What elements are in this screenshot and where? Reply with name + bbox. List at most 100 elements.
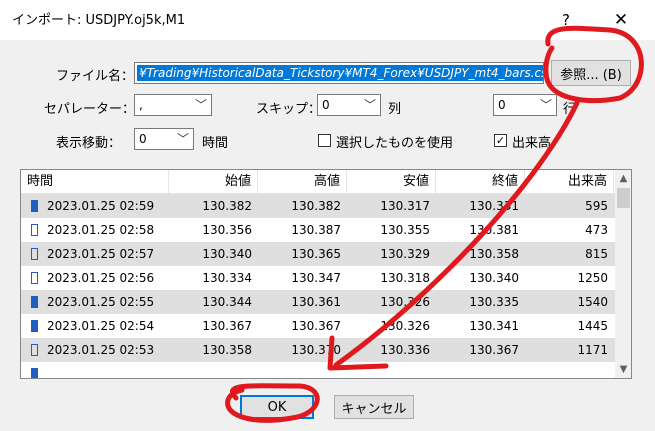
- cell-time: 2023.01.25 02:55: [47, 295, 155, 309]
- cell-open: 130.382: [202, 199, 252, 213]
- table-row[interactable]: 2023.01.25 02:56 130.334 130.347 130.318…: [21, 266, 615, 290]
- table-row[interactable]: 2023.01.25 02:55 130.344 130.361 130.326…: [21, 290, 615, 314]
- column-header-open[interactable]: 始値: [169, 170, 258, 194]
- separator-value: ,: [139, 98, 143, 112]
- browse-button[interactable]: 参照... (B): [551, 60, 631, 86]
- cell-close: 130.381: [469, 223, 519, 237]
- candlestick-icon: [31, 296, 38, 308]
- grid-header: 時間 始値 高値 安値 終値 出来高: [21, 170, 615, 194]
- column-header-volume[interactable]: 出来高: [525, 170, 614, 194]
- candlestick-icon: [31, 320, 38, 332]
- cell-low: 130.326: [380, 319, 430, 333]
- column-header-close[interactable]: 終値: [436, 170, 525, 194]
- cell-volume: 1540: [577, 295, 608, 309]
- cell-volume: 595: [585, 199, 608, 213]
- cell-low: 130.317: [380, 199, 430, 213]
- cell-close: 130.335: [469, 295, 519, 309]
- ok-button[interactable]: OK: [240, 395, 314, 419]
- cell-close: 130.331: [469, 199, 519, 213]
- cancel-button[interactable]: キャンセル: [334, 395, 414, 419]
- cell-low: 130.318: [380, 271, 430, 285]
- skip-rows-value: 0: [498, 98, 506, 112]
- cell-high: 130.347: [291, 271, 341, 285]
- cell-open: 130.358: [202, 343, 252, 357]
- table-row[interactable]: 2023.01.25 02:57 130.340 130.365 130.329…: [21, 242, 615, 266]
- skip-label: スキップ：: [256, 102, 322, 117]
- table-row[interactable]: 2023.01.25 02:59 130.382 130.382 130.317…: [21, 194, 615, 218]
- dialog-body: ファイル名： ¥Trading¥HistoricalData_Tickstory…: [0, 40, 655, 431]
- candlestick-icon: [31, 272, 38, 284]
- cell-open: 130.340: [202, 247, 252, 261]
- cell-high: 130.365: [291, 247, 341, 261]
- cell-high: 130.387: [291, 223, 341, 237]
- chevron-down-icon: ﹀: [539, 98, 552, 112]
- cell-close: 130.358: [469, 247, 519, 261]
- skip-rows-unit: 行: [563, 102, 577, 117]
- cell-open: 130.334: [202, 271, 252, 285]
- cell-high: 130.367: [291, 319, 341, 333]
- cell-time: 2023.01.25 02:56: [47, 271, 155, 285]
- file-name-value: ¥Trading¥HistoricalData_Tickstory¥MT4_Fo…: [137, 65, 543, 81]
- skip-rows-select[interactable]: 0 ﹀: [493, 94, 557, 116]
- column-header-high[interactable]: 高値: [258, 170, 347, 194]
- skip-columns-select[interactable]: 0 ﹀: [317, 94, 381, 116]
- cell-time: 2023.01.25 02:53: [47, 343, 155, 357]
- table-row[interactable]: 2023.01.25 02:53 130.358 130.370 130.336…: [21, 338, 615, 362]
- cell-open: 130.344: [202, 295, 252, 309]
- cell-open: 130.367: [202, 319, 252, 333]
- cell-time: 2023.01.25 02:59: [47, 199, 155, 213]
- chevron-down-icon: ﹀: [363, 98, 376, 112]
- column-header-low[interactable]: 安値: [347, 170, 436, 194]
- table-row-partial: [21, 362, 615, 378]
- candlestick-icon: [31, 200, 38, 212]
- candlestick-icon: [31, 344, 38, 356]
- table-row[interactable]: 2023.01.25 02:54 130.367 130.367 130.326…: [21, 314, 615, 338]
- cell-volume: 1445: [577, 319, 608, 333]
- volume-label: 出来高: [512, 136, 552, 151]
- use-selected-label: 選択したものを使用: [336, 136, 454, 151]
- scroll-down-icon[interactable]: ▼: [615, 361, 631, 378]
- cell-low: 130.326: [380, 295, 430, 309]
- candlestick-icon: [31, 368, 38, 378]
- separator-select[interactable]: , ﹀: [134, 94, 212, 116]
- skip-columns-value: 0: [322, 98, 330, 112]
- close-button[interactable]: ✕: [598, 0, 644, 40]
- skip-columns-unit: 列: [388, 102, 402, 117]
- file-name-field[interactable]: ¥Trading¥HistoricalData_Tickstory¥MT4_Fo…: [134, 62, 544, 84]
- scroll-up-icon[interactable]: ▲: [615, 170, 631, 187]
- scroll-thumb[interactable]: [617, 188, 630, 208]
- cell-high: 130.382: [291, 199, 341, 213]
- offset-label: 表示移動：: [56, 136, 122, 151]
- use-selected-checkbox[interactable]: [318, 134, 331, 147]
- cell-volume: 815: [585, 247, 608, 261]
- cell-close: 130.340: [469, 271, 519, 285]
- chevron-down-icon: ﹀: [194, 98, 207, 112]
- offset-unit: 時間: [202, 136, 229, 151]
- offset-value: 0: [139, 132, 147, 146]
- cell-time: 2023.01.25 02:57: [47, 247, 155, 261]
- window-title: インポート: USDJPY.oj5k,M1: [12, 13, 186, 28]
- vertical-scrollbar[interactable]: ▲ ▼: [615, 170, 631, 378]
- separator-label: セパレーター：: [44, 102, 136, 117]
- cell-close: 130.367: [469, 343, 519, 357]
- offset-select[interactable]: 0 ﹀: [134, 128, 194, 150]
- cell-low: 130.336: [380, 343, 430, 357]
- cell-close: 130.341: [469, 319, 519, 333]
- cell-open: 130.356: [202, 223, 252, 237]
- column-header-time[interactable]: 時間: [21, 170, 169, 194]
- cell-volume: 1171: [577, 343, 608, 357]
- cell-time: 2023.01.25 02:58: [47, 223, 155, 237]
- table-row[interactable]: 2023.01.25 02:58 130.356 130.387 130.355…: [21, 218, 615, 242]
- cell-high: 130.370: [291, 343, 341, 357]
- volume-checkbox[interactable]: ✓: [494, 134, 507, 147]
- title-bar: インポート: USDJPY.oj5k,M1 ? ✕: [0, 0, 655, 40]
- cell-volume: 1250: [577, 271, 608, 285]
- chevron-down-icon: ﹀: [176, 132, 189, 146]
- cell-low: 130.355: [380, 223, 430, 237]
- cell-time: 2023.01.25 02:54: [47, 319, 155, 333]
- data-grid[interactable]: 時間 始値 高値 安値 終値 出来高 2023.01.25 02:59 130.…: [20, 169, 632, 379]
- help-button[interactable]: ?: [548, 0, 584, 40]
- cell-high: 130.361: [291, 295, 341, 309]
- file-label: ファイル名：: [56, 69, 135, 84]
- cell-low: 130.329: [380, 247, 430, 261]
